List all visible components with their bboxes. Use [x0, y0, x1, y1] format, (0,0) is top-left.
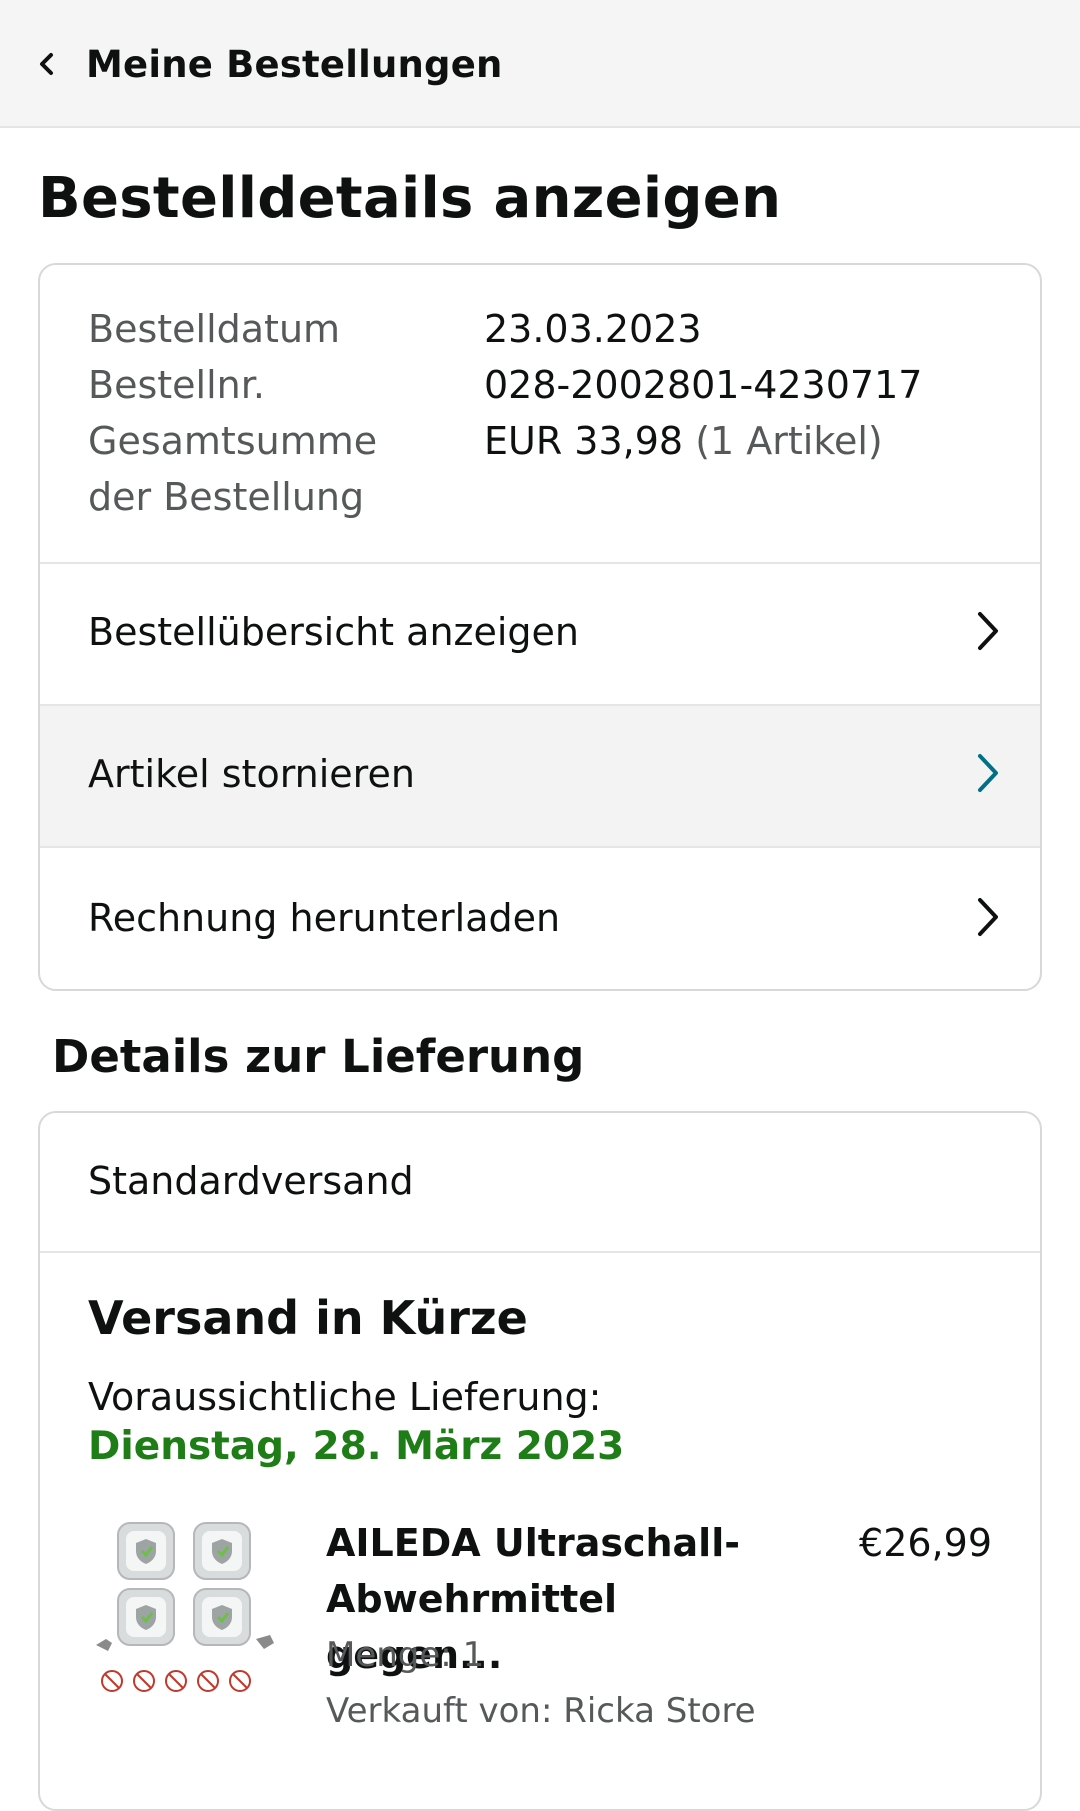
- order-number-value: 028-2002801-4230717: [484, 363, 923, 407]
- product-price: €26,99: [859, 1521, 992, 1565]
- repeller-device-icon: [117, 1522, 175, 1580]
- order-number-label: Bestellnr.: [88, 363, 265, 407]
- top-nav-bar: Meine Bestellungen: [0, 0, 1080, 128]
- estimated-delivery-label: Voraussichtliche Lieferung:: [88, 1375, 602, 1419]
- view-order-summary-row[interactable]: Bestellübersicht anzeigen: [40, 564, 1040, 706]
- delivery-card: Standardversand Versand in Kürze Vorauss…: [38, 1111, 1042, 1811]
- chevron-right-icon: [978, 898, 998, 936]
- page-title: Bestelldetails anzeigen: [38, 166, 782, 231]
- back-to-orders-link[interactable]: Meine Bestellungen: [36, 36, 503, 92]
- product-seller: Verkauft von: Ricka Store: [326, 1691, 756, 1731]
- product-image[interactable]: [88, 1513, 288, 1713]
- order-info-block: Bestelldatum 23.03.2023 Bestellnr. 028-2…: [40, 265, 1040, 564]
- download-invoice-row[interactable]: Rechnung herunterladen: [40, 850, 1040, 989]
- delivery-section-title: Details zur Lieferung: [52, 1030, 585, 1083]
- order-summary-card: Bestelldatum 23.03.2023 Bestellnr. 028-2…: [38, 263, 1042, 991]
- shipping-status: Versand in Kürze: [88, 1291, 528, 1345]
- order-item-count: (1 Artikel): [695, 419, 883, 463]
- shipping-method-row: Standardversand: [40, 1113, 1040, 1253]
- order-total-label: Gesamtsumme der Bestellung: [88, 419, 378, 519]
- chevron-right-icon: [978, 754, 998, 792]
- order-total-amount: EUR 33,98: [484, 419, 684, 463]
- view-order-summary-label: Bestellübersicht anzeigen: [88, 610, 579, 654]
- order-date-label: Bestelldatum: [88, 307, 341, 351]
- product-quantity: Menge: 1: [326, 1635, 485, 1675]
- cancel-items-label: Artikel stornieren: [88, 752, 415, 796]
- chevron-right-icon: [978, 612, 998, 650]
- back-link-label: Meine Bestellungen: [86, 42, 503, 86]
- order-total-value: EUR 33,98 (1 Artikel): [484, 413, 883, 469]
- chevron-left-icon: [40, 53, 53, 75]
- estimated-delivery-date: Dienstag, 28. März 2023: [88, 1424, 625, 1469]
- order-date-value: 23.03.2023: [484, 307, 702, 351]
- shipping-method-label: Standardversand: [88, 1159, 414, 1203]
- cancel-items-row[interactable]: Artikel stornieren: [40, 706, 1040, 848]
- download-invoice-label: Rechnung herunterladen: [88, 896, 561, 940]
